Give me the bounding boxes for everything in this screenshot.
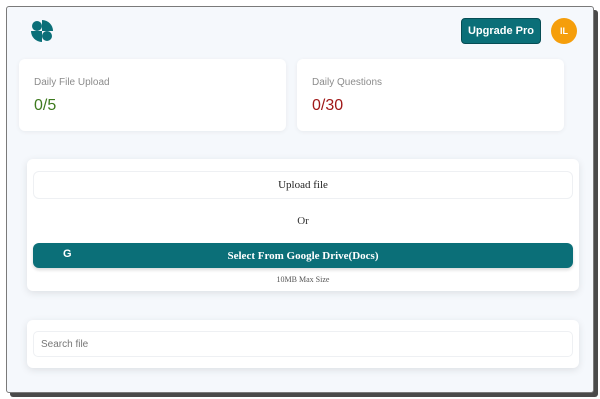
max-size-note: 10MB Max Size [276, 275, 330, 284]
or-divider-text: Or [297, 215, 309, 227]
search-card [27, 320, 579, 368]
daily-questions-label: Daily Questions [312, 77, 383, 88]
daily-questions-value: 0/30 [312, 97, 344, 114]
daily-file-upload-value: 0/5 [34, 97, 57, 114]
avatar[interactable]: IL [551, 18, 577, 44]
daily-file-upload-card: Daily File Upload 0/5 [19, 59, 286, 131]
google-drive-button[interactable]: G Select From Google Drive(Docs) [33, 243, 573, 268]
search-input[interactable] [33, 331, 573, 357]
app-window: Upgrade Pro IL Daily File Upload 0/5 Dai… [6, 6, 594, 393]
upgrade-pro-button[interactable]: Upgrade Pro [461, 18, 541, 44]
upload-file-button[interactable]: Upload file [33, 171, 573, 199]
daily-file-upload-label: Daily File Upload [34, 77, 110, 88]
logo-icon[interactable] [31, 20, 53, 42]
daily-questions-card: Daily Questions 0/30 [297, 59, 564, 131]
google-drive-button-label: Select From Google Drive(Docs) [227, 249, 379, 262]
google-icon: G [63, 248, 72, 260]
upload-card: Upload file Or G Select From Google Driv… [27, 159, 579, 291]
